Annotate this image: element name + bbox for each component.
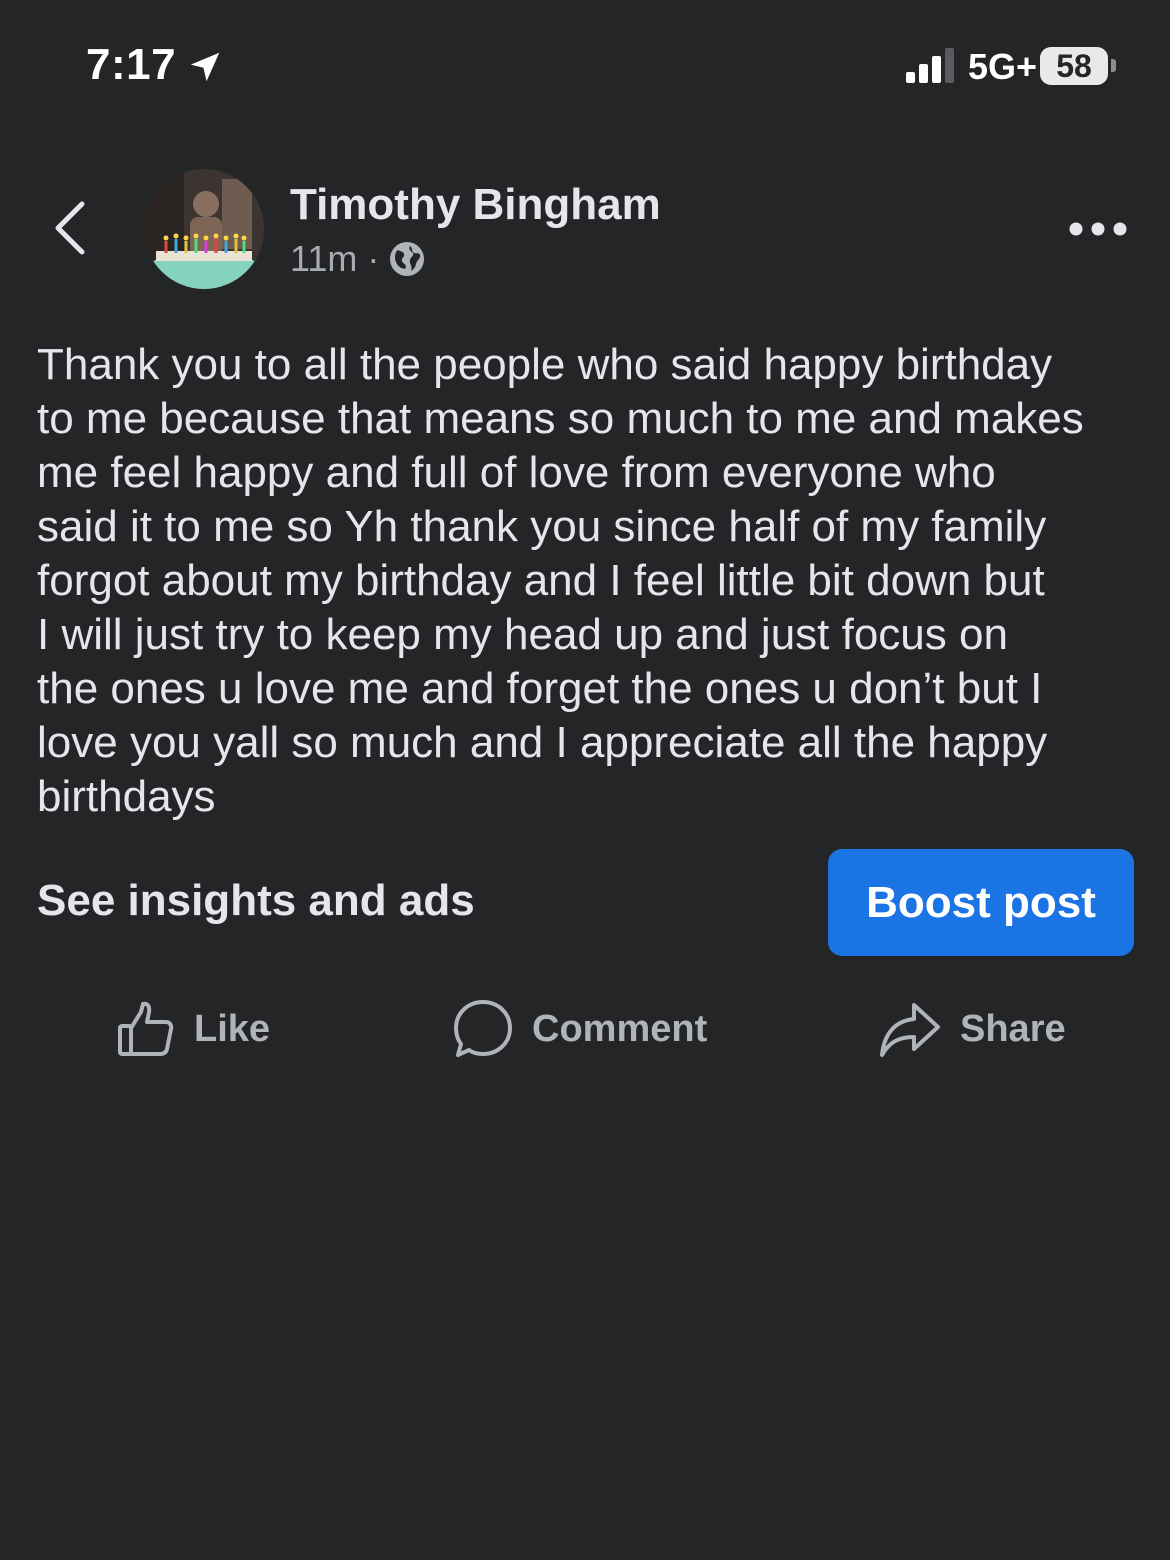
network-type: 5G+: [968, 46, 1038, 87]
author-avatar[interactable]: [144, 169, 264, 289]
location-arrow-icon: [190, 52, 220, 82]
post-meta: 11m ·: [290, 238, 425, 280]
thumbs-up-icon: [118, 1001, 174, 1056]
boost-post-button[interactable]: Boost post: [828, 849, 1134, 956]
share-button[interactable]: Share: [878, 996, 1066, 1062]
post-time: 11m: [290, 238, 358, 279]
status-bar: 7:17 5G+ 58: [0, 0, 1170, 130]
comment-button[interactable]: Comment: [452, 996, 707, 1062]
meta-separator: ·: [367, 238, 380, 279]
like-button[interactable]: Like: [116, 996, 270, 1062]
battery-level: 58: [1056, 47, 1092, 84]
battery-tip: [1111, 59, 1116, 72]
avatar-photo: [144, 169, 264, 289]
share-label: Share: [960, 1007, 1066, 1050]
comment-bubble-icon: [454, 1000, 512, 1057]
share-arrow-icon: [880, 1003, 940, 1057]
post-text: Thank you to all the people who said hap…: [37, 340, 1084, 821]
see-insights-link[interactable]: See insights and ads: [37, 876, 475, 926]
globe-icon: [390, 242, 425, 276]
cellular-signal-icon: [906, 48, 954, 83]
more-options-icon[interactable]: [1068, 218, 1128, 240]
battery-icon: 58: [1040, 47, 1108, 85]
comment-label: Comment: [532, 1007, 708, 1050]
back-chevron-icon[interactable]: [46, 196, 94, 260]
status-time: 7:17: [86, 40, 177, 89]
author-name[interactable]: Timothy Bingham: [290, 180, 661, 230]
like-label: Like: [194, 1007, 271, 1050]
